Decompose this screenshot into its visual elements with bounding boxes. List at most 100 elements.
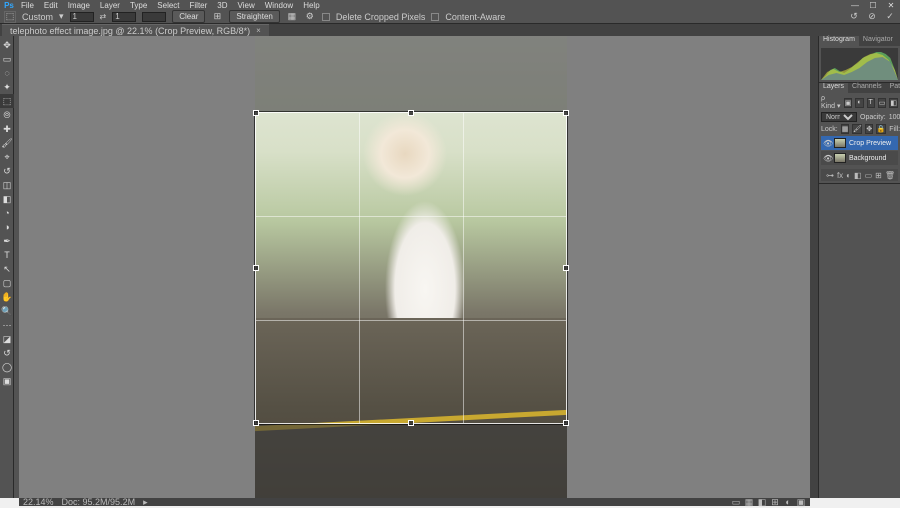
tab-channels[interactable]: Channels [848,83,886,93]
layer-item-background[interactable]: 👁 Background [821,151,898,165]
trash-icon[interactable]: 🗑 [885,171,895,180]
filter-shape-icon[interactable]: ▭ [878,98,887,108]
crop-handle-tl[interactable] [253,110,259,116]
canvas-area[interactable] [19,36,810,498]
reset-crop-icon[interactable]: ↺ [848,11,860,23]
tool-quick-mask[interactable]: ◯ [0,360,14,374]
close-button[interactable]: ✕ [884,1,898,10]
document-tab[interactable]: telephoto effect image.jpg @ 22.1% (Crop… [2,24,269,37]
tool-fg-bg[interactable]: ◪ [0,332,14,346]
overlay-icon[interactable]: ▦ [286,11,298,23]
crop-handle-mr[interactable] [563,265,569,271]
commit-crop-icon[interactable]: ✓ [884,11,896,23]
tool-brush[interactable]: 🖌 [0,136,14,150]
tool-clone[interactable]: ⌖ [0,150,14,164]
menu-type[interactable]: Type [125,1,152,10]
crop-handle-tr[interactable] [563,110,569,116]
opacity-value[interactable]: 100% [889,114,900,121]
crop-settings-icon[interactable]: ⚙ [304,11,316,23]
tool-eyedropper[interactable]: ⦾ [0,108,14,122]
tool-magic-wand[interactable]: ✦ [0,80,14,94]
menu-edit[interactable]: Edit [39,1,63,10]
filter-type-icon[interactable]: T [867,98,875,108]
crop-handle-br[interactable] [563,420,569,426]
visibility-icon[interactable]: 👁 [823,139,831,148]
width-input[interactable] [70,12,94,22]
blend-mode-select[interactable]: Normal [821,112,857,122]
tool-lasso[interactable]: ◌ [0,66,14,80]
tool-hand[interactable]: ✋ [0,290,14,304]
tab-paths[interactable]: Paths [886,83,900,93]
collapsed-panel-dock[interactable] [810,36,818,498]
tool-blur[interactable]: ◔ [0,206,14,220]
layer-style-icon[interactable]: fx [837,171,843,180]
menu-filter[interactable]: Filter [185,1,213,10]
tool-spot-heal[interactable]: ✚ [0,122,14,136]
resolution-input[interactable] [142,12,166,22]
lock-position-icon[interactable]: ✥ [865,124,873,134]
tool-dodge[interactable]: ◑ [0,220,14,234]
tool-pen[interactable]: ✒ [0,234,14,248]
menu-window[interactable]: Window [260,1,298,10]
crop-tool-icon[interactable]: ⬚ [4,11,16,23]
height-input[interactable] [112,12,136,22]
menu-file[interactable]: File [16,1,39,10]
straighten-icon[interactable]: ⊞ [211,11,223,23]
straighten-button[interactable]: Straighten [229,10,279,23]
preset-select[interactable]: Custom [22,12,53,22]
tool-history-brush[interactable]: ↺ [0,164,14,178]
tool-marquee[interactable]: ▭ [0,52,14,66]
group-icon[interactable]: ▭ [865,171,873,180]
crop-handle-tm[interactable] [408,110,414,116]
layer-item-crop-preview[interactable]: 👁 Crop Preview [821,136,898,150]
menu-view[interactable]: View [233,1,260,10]
crop-box[interactable] [255,112,567,424]
layer-mask-icon[interactable]: ◐ [846,171,851,180]
layer-name[interactable]: Crop Preview [849,140,891,147]
crop-handle-bl[interactable] [253,420,259,426]
delete-cropped-checkbox[interactable] [322,13,330,21]
crop-handle-bm[interactable] [408,420,414,426]
tab-layers[interactable]: Layers [819,83,848,93]
layer-thumbnail[interactable] [834,153,846,163]
tool-crop[interactable]: ⬚ [0,94,14,108]
tool-eraser[interactable]: ◫ [0,178,14,192]
layer-filter-kind[interactable]: ρ Kind ▾ [821,95,841,110]
tab-close-icon[interactable]: × [256,26,261,35]
lock-pixels-icon[interactable]: 🖌 [852,124,862,134]
content-aware-checkbox[interactable] [431,13,439,21]
lock-all-icon[interactable]: 🔒 [876,124,886,134]
minimize-button[interactable]: — [848,1,862,10]
crop-handle-ml[interactable] [253,265,259,271]
adjustment-layer-icon[interactable]: ◧ [854,171,862,180]
tool-zoom[interactable]: 🔍 [0,304,14,318]
filter-pixel-icon[interactable]: ▣ [844,98,853,108]
link-layers-icon[interactable]: ⊶ [826,171,834,180]
filter-smart-icon[interactable]: ◧ [889,98,898,108]
filter-adjust-icon[interactable]: ◐ [855,98,863,108]
menu-3d[interactable]: 3D [212,1,232,10]
menu-select[interactable]: Select [152,1,184,10]
tab-navigator[interactable]: Navigator [859,36,897,46]
tool-gradient[interactable]: ◧ [0,192,14,206]
cancel-crop-icon[interactable]: ⊘ [866,11,878,23]
layer-thumbnail[interactable] [834,138,846,148]
layer-name[interactable]: Background [849,155,886,162]
menu-layer[interactable]: Layer [95,1,125,10]
tool-type[interactable]: T [0,248,14,262]
clear-button[interactable]: Clear [172,10,205,23]
tool-edit-toolbar[interactable]: ⋯ [0,318,14,332]
tool-default-colors[interactable]: ↺ [0,346,14,360]
document-image[interactable] [255,36,567,498]
visibility-icon[interactable]: 👁 [823,154,831,163]
menu-image[interactable]: Image [63,1,95,10]
chevron-down-icon[interactable]: ▾ [59,11,64,22]
tool-shape[interactable]: ▢ [0,276,14,290]
tool-screen-mode[interactable]: ▣ [0,374,14,388]
menu-help[interactable]: Help [298,1,324,10]
tool-path-select[interactable]: ↖ [0,262,14,276]
tool-move[interactable]: ✥ [0,38,14,52]
swap-icon[interactable]: ⇄ [100,12,107,21]
lock-transparency-icon[interactable]: ▦ [841,124,850,134]
maximize-button[interactable]: ☐ [866,1,880,10]
